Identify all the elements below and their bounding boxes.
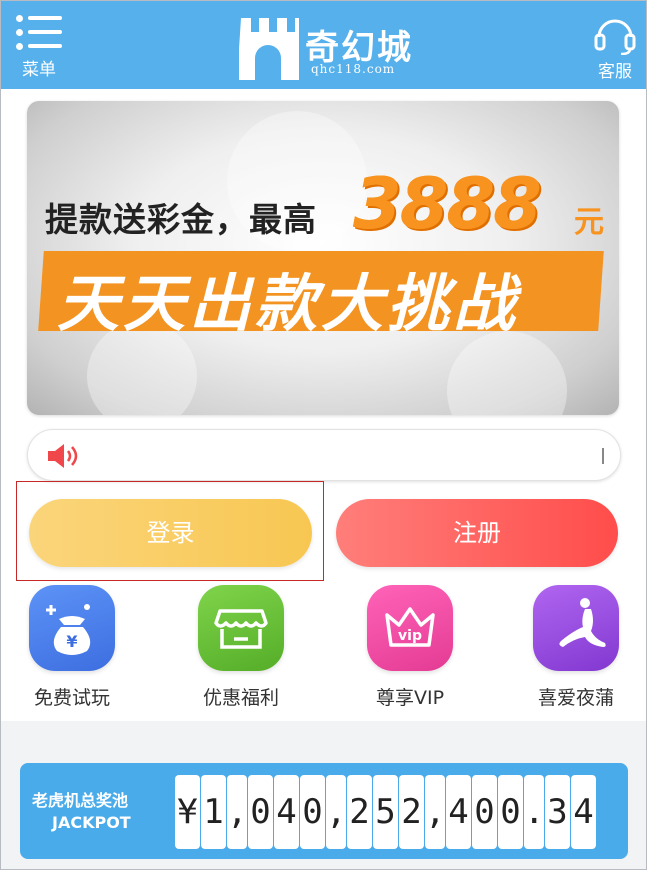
banner-unit: 元 xyxy=(574,205,604,240)
jackpot-panel: 老虎机总奖池 JACKPOT ¥1, 0 4 0, 2 5 2, 4 0 0. 3 4 xyxy=(20,763,628,859)
jackpot-separator: , xyxy=(326,775,346,849)
jackpot-digit: 4 xyxy=(274,775,299,849)
menu-label: 菜单 xyxy=(22,60,56,80)
jackpot-title: 老虎机总奖池 xyxy=(32,791,129,810)
notice-divider xyxy=(602,448,604,464)
jackpot-subtitle: JACKPOT xyxy=(52,813,131,832)
feature-label: 喜爱夜蒲 xyxy=(537,687,614,709)
feature-nightlife[interactable]: 喜爱夜蒲 xyxy=(511,585,641,710)
register-button[interactable]: 注册 xyxy=(336,499,618,567)
feature-label: 尊享VIP xyxy=(375,687,445,709)
jackpot-digit: 5 xyxy=(373,775,398,849)
menu-button[interactable]: 菜单 xyxy=(11,13,67,80)
jackpot-digit: 4 xyxy=(446,775,471,849)
headset-icon xyxy=(594,19,636,55)
shop-icon xyxy=(198,585,284,671)
login-button[interactable]: 登录 xyxy=(29,499,312,567)
jackpot-digit: 0 xyxy=(498,775,523,849)
feature-label: 优惠福利 xyxy=(202,687,279,709)
site-logo[interactable]: 奇幻城 qhc118.com xyxy=(239,12,419,82)
jackpot-separator: . xyxy=(524,775,544,849)
feature-grid: ¥ 免费试玩 优惠福利 vip 尊享VIP 喜爱夜蒲 xyxy=(1,581,646,711)
jackpot-digit: 2 xyxy=(347,775,372,849)
speaker-icon xyxy=(48,444,78,468)
banner-amount: 3888 xyxy=(353,163,542,245)
service-label: 客服 xyxy=(598,62,632,82)
vip-crown-icon: vip xyxy=(367,585,453,671)
jackpot-digit: 0 xyxy=(248,775,273,849)
svg-text:vip: vip xyxy=(398,628,422,644)
promo-banner[interactable]: 提款送彩金，最高 3888 元 天天出款大挑战 xyxy=(27,101,619,415)
jackpot-digit: 1 xyxy=(201,775,226,849)
feature-free-trial[interactable]: ¥ 免费试玩 xyxy=(7,585,137,710)
customer-service-button[interactable]: 客服 xyxy=(587,13,643,82)
jackpot-digit: 0 xyxy=(300,775,325,849)
banner-slogan: 天天出款大挑战 xyxy=(57,267,520,340)
notice-bar[interactable] xyxy=(27,429,621,481)
dancer-icon xyxy=(533,585,619,671)
menu-icon xyxy=(14,13,64,53)
jackpot-digit: 3 xyxy=(545,775,570,849)
jackpot-digit: 0 xyxy=(472,775,497,849)
svg-text:¥: ¥ xyxy=(66,632,77,651)
jackpot-digit: 2 xyxy=(399,775,424,849)
logo-domain: qhc118.com xyxy=(311,62,396,76)
jackpot-digit: 4 xyxy=(571,775,596,849)
castle-logo-icon xyxy=(239,18,299,80)
jackpot-separator: , xyxy=(227,775,247,849)
banner-headline: 提款送彩金，最高 xyxy=(45,200,317,239)
feature-vip[interactable]: vip 尊享VIP xyxy=(345,585,475,710)
top-header: 菜单 奇幻城 qhc118.com 客服 xyxy=(1,1,646,89)
jackpot-digit: ¥ xyxy=(175,775,200,849)
jackpot-section: 老虎机总奖池 JACKPOT ¥1, 0 4 0, 2 5 2, 4 0 0. 3 4 xyxy=(1,721,646,869)
feature-promotions[interactable]: 优惠福利 xyxy=(176,585,306,710)
jackpot-separator: , xyxy=(425,775,445,849)
feature-label: 免费试玩 xyxy=(33,687,110,709)
money-bag-icon: ¥ xyxy=(29,585,115,671)
main-content: 提款送彩金，最高 3888 元 天天出款大挑战 登录 注册 ¥ 免费试玩 优惠福… xyxy=(1,89,646,721)
